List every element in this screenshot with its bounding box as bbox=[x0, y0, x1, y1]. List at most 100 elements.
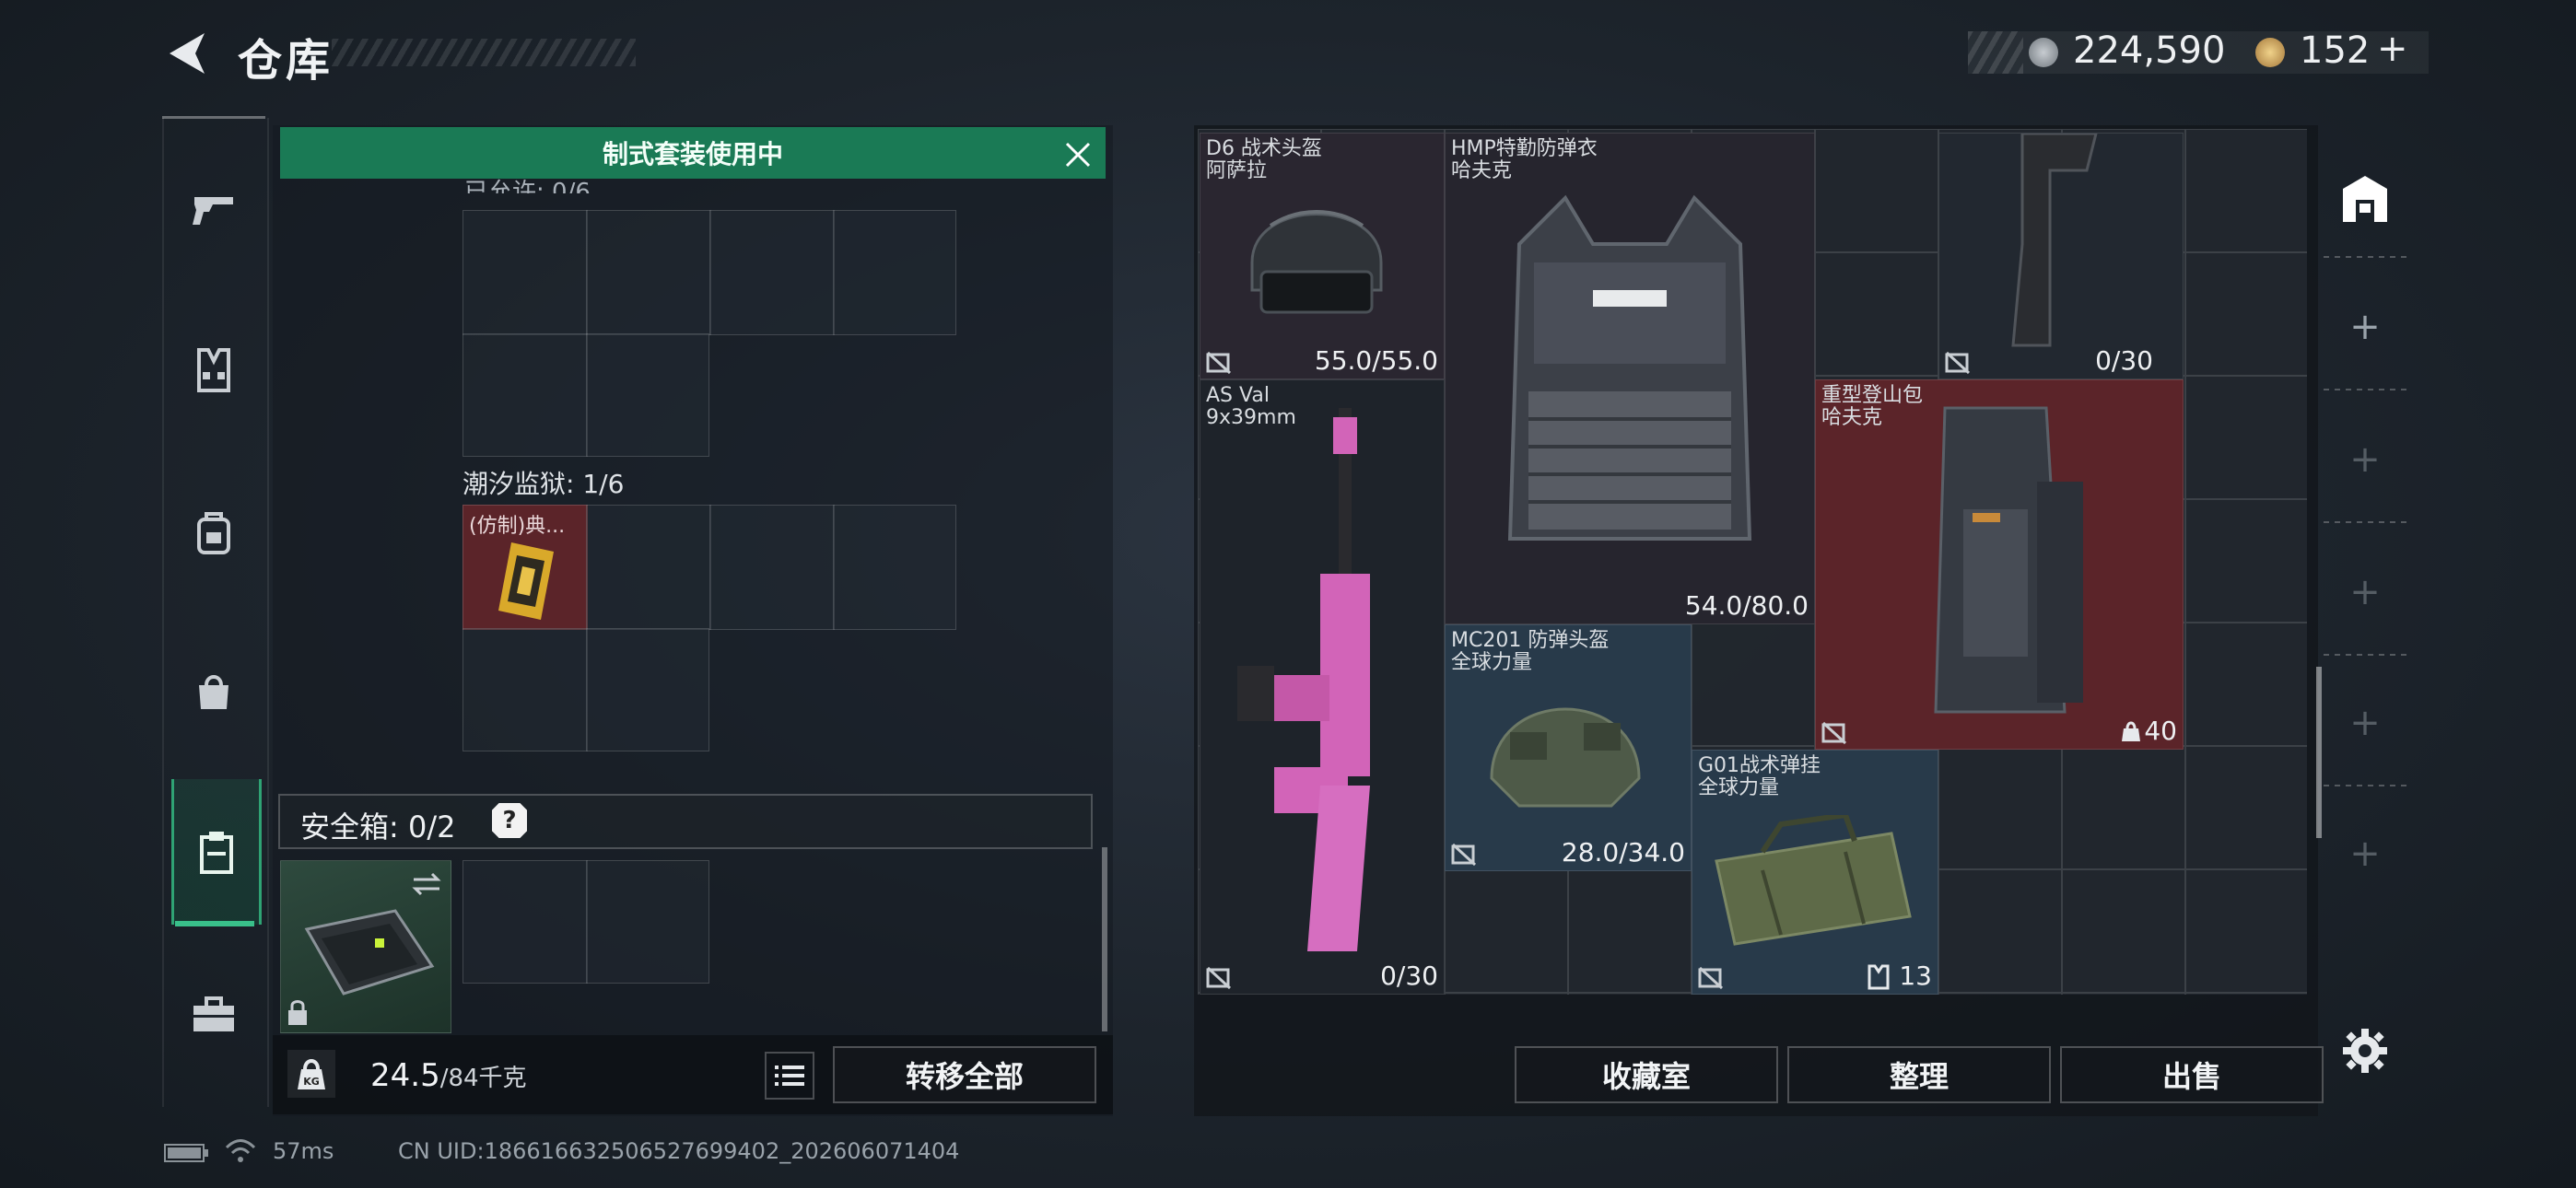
container-section-label: 潮汐监狱: 1/6 bbox=[463, 469, 625, 499]
item-capacity: 40 bbox=[2144, 716, 2177, 746]
category-sidebar bbox=[162, 118, 269, 1107]
container-slot[interactable] bbox=[463, 628, 588, 751]
nav-weapons[interactable] bbox=[171, 164, 256, 256]
rifle-icon bbox=[1237, 408, 1370, 951]
warehouse-tab-add[interactable]: + bbox=[2324, 681, 2406, 764]
container-slot[interactable] bbox=[709, 505, 835, 630]
container-slot[interactable] bbox=[833, 505, 956, 630]
carry-weight: 24.5/84千克 bbox=[370, 1057, 527, 1094]
safe-box-case-slot[interactable] bbox=[280, 860, 451, 1033]
close-icon bbox=[1065, 142, 1091, 168]
close-banner-button[interactable] bbox=[1060, 136, 1096, 173]
container-slot[interactable] bbox=[586, 628, 709, 751]
title-decoration bbox=[332, 39, 636, 66]
durability-icon bbox=[1698, 966, 1724, 990]
item-name: HMP特勤防弹衣 bbox=[1451, 137, 1598, 160]
weight-max: /84千克 bbox=[439, 1065, 527, 1092]
battery-icon bbox=[164, 1144, 208, 1162]
durability-icon bbox=[1206, 966, 1232, 990]
divider bbox=[2324, 785, 2406, 786]
item-d6-helmet[interactable]: D6 战术头盔 阿萨拉 55.0/55.0 bbox=[1200, 133, 1445, 379]
item-stock[interactable]: 0/30 bbox=[1938, 133, 2184, 379]
container-item-slot[interactable]: (仿制)典... bbox=[463, 505, 588, 630]
combat-helmet-icon bbox=[1490, 707, 1641, 808]
capacity-icon bbox=[2122, 721, 2140, 741]
container-slot[interactable] bbox=[586, 505, 711, 630]
nav-safe-box[interactable] bbox=[171, 779, 262, 925]
container-slot[interactable] bbox=[586, 333, 709, 457]
item-card-icon bbox=[498, 542, 554, 620]
collection-room-button[interactable]: 收藏室 bbox=[1515, 1046, 1778, 1103]
item-brand: 哈夫克 bbox=[1821, 406, 1883, 429]
weight-icon: KG bbox=[287, 1050, 335, 1098]
durability-icon bbox=[1206, 351, 1232, 375]
item-mc201-helmet[interactable]: MC201 防弹头盔 全球力量 28.0/34.0 bbox=[1445, 624, 1692, 871]
safe-case-icon bbox=[304, 909, 435, 996]
safe-box-slot[interactable] bbox=[463, 860, 588, 984]
warehouse-tab-add[interactable]: + bbox=[2324, 812, 2406, 895]
container-slot[interactable] bbox=[709, 210, 835, 335]
durability-icon bbox=[1945, 351, 1971, 375]
gold-coin-icon bbox=[2255, 38, 2285, 67]
warehouse-tab-add[interactable]: + bbox=[2324, 418, 2406, 501]
swap-icon bbox=[412, 872, 441, 896]
body-armor-icon bbox=[1507, 194, 1752, 541]
container-slot[interactable] bbox=[463, 210, 588, 335]
help-button[interactable]: ? bbox=[492, 803, 527, 838]
toolbox-icon bbox=[193, 996, 234, 1031]
nav-toolbox[interactable] bbox=[171, 969, 256, 1061]
loadout-banner: 制式套装使用中 bbox=[280, 127, 1106, 179]
item-name: G01战术弹挂 bbox=[1698, 754, 1821, 777]
durability-icon bbox=[1821, 721, 1847, 745]
wifi-icon bbox=[225, 1139, 256, 1162]
list-view-button[interactable] bbox=[765, 1052, 814, 1100]
container-slot[interactable] bbox=[463, 333, 588, 457]
item-durability: 54.0/80.0 bbox=[1684, 590, 1809, 621]
safe-box-slot[interactable] bbox=[586, 860, 709, 984]
divider bbox=[2324, 654, 2406, 656]
backpack-icon bbox=[197, 512, 230, 554]
nav-backpack[interactable] bbox=[171, 486, 256, 578]
warehouse-tab-add[interactable]: + bbox=[2324, 285, 2406, 368]
warehouse-scrollbar[interactable] bbox=[2316, 667, 2322, 838]
item-g01-chest-rig[interactable]: G01战术弹挂 全球力量 13 bbox=[1692, 750, 1938, 995]
sell-button[interactable]: 出售 bbox=[2060, 1046, 2324, 1103]
item-label: (仿制)典... bbox=[469, 515, 566, 538]
item-ammo: 0/30 bbox=[2095, 345, 2153, 376]
add-gold-button[interactable]: + bbox=[2377, 28, 2408, 70]
back-button[interactable] bbox=[164, 29, 208, 77]
warehouse-icon bbox=[2343, 176, 2387, 222]
nav-active-indicator bbox=[175, 921, 254, 926]
silver-currency-amount: 224,590 bbox=[2073, 29, 2226, 72]
item-hmp-vest[interactable]: HMP特勤防弹衣 哈夫克 54.0/80.0 bbox=[1445, 133, 1815, 624]
page-title: 仓库 bbox=[238, 35, 334, 87]
item-heavy-backpack[interactable]: 重型登山包 哈夫克 40 bbox=[1815, 379, 2184, 750]
clipboard-icon bbox=[200, 832, 233, 874]
item-as-val[interactable]: AS Val 9x39mm 0/30 bbox=[1200, 379, 1445, 995]
nav-chest-rig[interactable] bbox=[171, 324, 256, 416]
left-scrollbar[interactable] bbox=[1102, 847, 1107, 1031]
duffel-bag-icon bbox=[1715, 815, 1912, 946]
stock-icon bbox=[2011, 134, 2098, 347]
container-slot[interactable] bbox=[586, 210, 711, 335]
sort-button[interactable]: 整理 bbox=[1787, 1046, 2051, 1103]
divider bbox=[2324, 521, 2406, 523]
settings-button[interactable] bbox=[2324, 1009, 2406, 1092]
nav-bag[interactable] bbox=[171, 645, 256, 737]
vest-icon bbox=[197, 348, 230, 392]
back-arrow-icon bbox=[170, 33, 205, 74]
item-durability: 28.0/34.0 bbox=[1561, 837, 1685, 868]
item-name: D6 战术头盔 bbox=[1206, 137, 1322, 160]
warehouse-tab-main[interactable] bbox=[2324, 157, 2406, 239]
container-slot[interactable] bbox=[833, 210, 956, 335]
bag-icon bbox=[199, 675, 228, 709]
transfer-all-button[interactable]: 转移全部 bbox=[833, 1046, 1096, 1103]
pistol-icon bbox=[193, 197, 233, 225]
silver-coin-icon bbox=[2029, 38, 2058, 67]
item-brand: 哈夫克 bbox=[1451, 159, 1513, 182]
lock-icon bbox=[288, 1000, 307, 1025]
weight-current: 24.5 bbox=[370, 1057, 440, 1094]
warehouse-tab-add[interactable]: + bbox=[2324, 551, 2406, 634]
gear-icon bbox=[2343, 1029, 2387, 1073]
safe-box-label: 安全箱: 0/2 bbox=[300, 809, 456, 844]
